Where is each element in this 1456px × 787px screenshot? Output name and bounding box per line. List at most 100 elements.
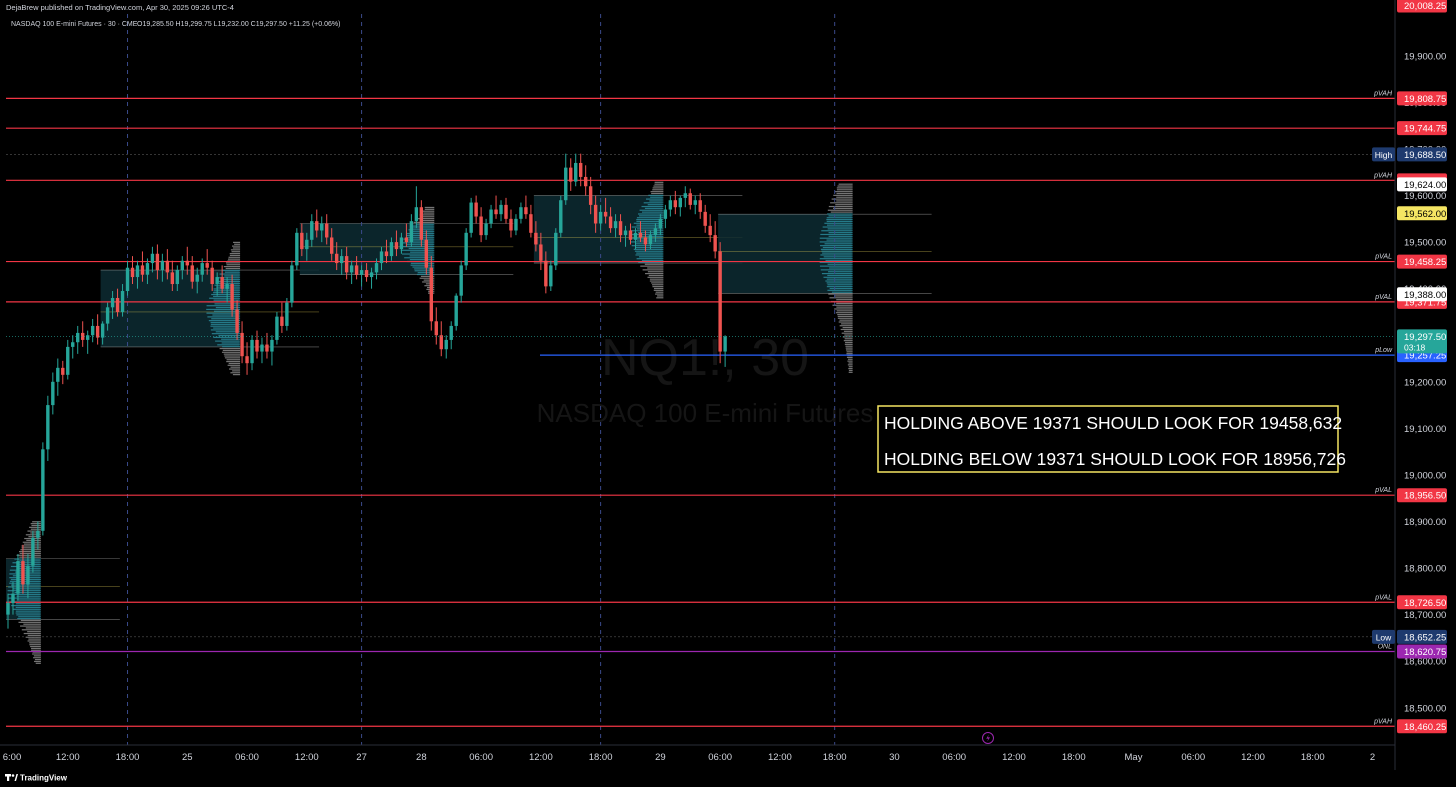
candle-body[interactable] bbox=[603, 211, 608, 217]
candle-body[interactable] bbox=[469, 202, 473, 233]
candle-body[interactable] bbox=[444, 339, 448, 350]
candle-body[interactable] bbox=[668, 200, 673, 210]
candle-body[interactable] bbox=[36, 530, 40, 538]
candle-body[interactable] bbox=[320, 223, 324, 231]
candle-body[interactable] bbox=[384, 251, 389, 257]
candle-body[interactable] bbox=[703, 211, 707, 226]
candle-body[interactable] bbox=[544, 260, 548, 287]
candle-body[interactable] bbox=[334, 253, 339, 264]
candle-body[interactable] bbox=[519, 207, 523, 219]
candle-body[interactable] bbox=[185, 260, 189, 266]
candle-body[interactable] bbox=[31, 537, 35, 566]
candle-body[interactable] bbox=[170, 272, 175, 285]
candle-body[interactable] bbox=[504, 204, 508, 219]
candle-body[interactable] bbox=[449, 325, 453, 340]
candle-body[interactable] bbox=[653, 228, 658, 236]
candle-body[interactable] bbox=[11, 593, 15, 603]
candle-body[interactable] bbox=[459, 265, 463, 296]
candle-body[interactable] bbox=[643, 237, 648, 245]
candle-body[interactable] bbox=[708, 225, 712, 236]
candle-body[interactable] bbox=[489, 209, 493, 224]
candle-body[interactable] bbox=[683, 193, 687, 198]
candle-body[interactable] bbox=[300, 232, 304, 250]
candle-body[interactable] bbox=[693, 200, 697, 205]
candle-body[interactable] bbox=[90, 325, 95, 336]
candle-body[interactable] bbox=[429, 267, 433, 322]
candle-body[interactable] bbox=[175, 270, 180, 285]
candle-body[interactable] bbox=[554, 232, 558, 266]
candle-body[interactable] bbox=[494, 209, 498, 215]
candle-body[interactable] bbox=[354, 265, 359, 275]
candle-body[interactable] bbox=[210, 267, 214, 285]
annotation-box[interactable]: HOLDING ABOVE 19371 SHOULD LOOK FOR 1945… bbox=[877, 405, 1346, 473]
candle-body[interactable] bbox=[369, 272, 374, 278]
candle-body[interactable] bbox=[41, 449, 45, 531]
candle-body[interactable] bbox=[389, 242, 394, 257]
candle-body[interactable] bbox=[125, 267, 130, 292]
candle-body[interactable] bbox=[100, 323, 105, 338]
candle-body[interactable] bbox=[419, 207, 424, 240]
candle-body[interactable] bbox=[26, 565, 30, 585]
candle-body[interactable] bbox=[454, 295, 458, 326]
candle-body[interactable] bbox=[115, 298, 120, 312]
candle-body[interactable] bbox=[618, 221, 623, 236]
candle-body[interactable] bbox=[339, 256, 344, 264]
candle-body[interactable] bbox=[374, 263, 379, 273]
candle-body[interactable] bbox=[464, 232, 468, 266]
candle-body[interactable] bbox=[250, 339, 254, 364]
candle-body[interactable] bbox=[330, 237, 334, 254]
candle-body[interactable] bbox=[230, 284, 234, 310]
candle-body[interactable] bbox=[6, 602, 10, 615]
candle-body[interactable] bbox=[414, 207, 419, 222]
candle-body[interactable] bbox=[270, 339, 274, 352]
candle-body[interactable] bbox=[95, 325, 100, 338]
candle-body[interactable] bbox=[539, 244, 543, 261]
candle-body[interactable] bbox=[359, 270, 364, 275]
candle-body[interactable] bbox=[325, 223, 329, 238]
candle-body[interactable] bbox=[21, 561, 25, 585]
candle-body[interactable] bbox=[349, 265, 354, 273]
candle-body[interactable] bbox=[260, 344, 264, 352]
candle-body[interactable] bbox=[200, 263, 204, 275]
candle-body[interactable] bbox=[245, 356, 249, 364]
candle-body[interactable] bbox=[315, 221, 319, 231]
candle-body[interactable] bbox=[598, 211, 603, 224]
candle-body[interactable] bbox=[205, 263, 209, 268]
candle-body[interactable] bbox=[658, 218, 663, 229]
candle-body[interactable] bbox=[255, 339, 259, 352]
candle-body[interactable] bbox=[688, 193, 692, 205]
candle-body[interactable] bbox=[120, 291, 125, 312]
candle-body[interactable] bbox=[559, 200, 563, 233]
candle-body[interactable] bbox=[593, 204, 598, 224]
candle-body[interactable] bbox=[663, 209, 668, 219]
candle-body[interactable] bbox=[583, 176, 588, 187]
candle-body[interactable] bbox=[569, 167, 573, 182]
candle-body[interactable] bbox=[379, 251, 384, 264]
candle-body[interactable] bbox=[364, 270, 369, 278]
candle-body[interactable] bbox=[564, 167, 568, 201]
candle-body[interactable] bbox=[130, 267, 135, 278]
candle-body[interactable] bbox=[514, 218, 518, 231]
candle-body[interactable] bbox=[235, 309, 239, 333]
candle-body[interactable] bbox=[16, 561, 20, 594]
candle-body[interactable] bbox=[295, 232, 299, 266]
candle-body[interactable] bbox=[529, 214, 533, 233]
candle-body[interactable] bbox=[409, 221, 414, 243]
candle-body[interactable] bbox=[310, 221, 314, 240]
candle-body[interactable] bbox=[608, 216, 613, 229]
candle-body[interactable] bbox=[394, 242, 399, 250]
candle-body[interactable] bbox=[633, 232, 638, 240]
candle-body[interactable] bbox=[628, 230, 633, 240]
candle-body[interactable] bbox=[66, 346, 70, 375]
candle-body[interactable] bbox=[474, 202, 478, 217]
candle-body[interactable] bbox=[110, 298, 115, 308]
candle-body[interactable] bbox=[280, 316, 284, 326]
candle-body[interactable] bbox=[399, 237, 404, 250]
price-axis-panel[interactable] bbox=[1395, 0, 1456, 787]
candle-body[interactable] bbox=[499, 204, 503, 215]
candle-body[interactable] bbox=[135, 265, 140, 278]
candle-body[interactable] bbox=[155, 253, 160, 271]
candle-body[interactable] bbox=[265, 344, 269, 352]
candle-body[interactable] bbox=[623, 230, 628, 236]
candle-body[interactable] bbox=[588, 186, 593, 205]
